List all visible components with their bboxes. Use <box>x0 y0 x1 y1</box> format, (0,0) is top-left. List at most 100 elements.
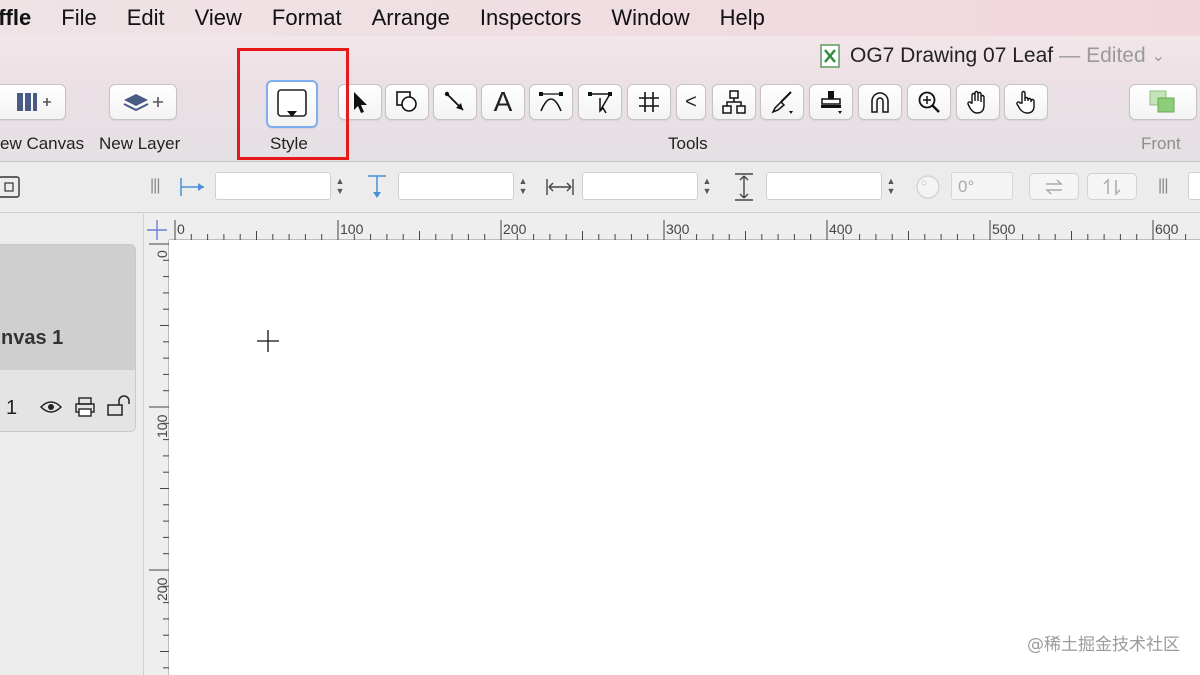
tool-browse-hand[interactable] <box>1004 84 1048 120</box>
edited-status: Edited <box>1086 44 1146 67</box>
flip-horizontal-button[interactable] <box>1029 173 1079 200</box>
x-position-stepper[interactable]: ▲ ▼ <box>333 172 347 200</box>
tool-bezier-pen[interactable] <box>529 84 573 120</box>
stamp-icon <box>821 91 842 114</box>
ruler-label: 300 <box>666 221 690 237</box>
drag-handle-icon[interactable]: ||| <box>150 177 161 195</box>
new-layer-button[interactable] <box>109 84 177 120</box>
tool-text[interactable]: A <box>481 84 525 120</box>
ruler-label: 100 <box>340 221 364 237</box>
tool-line[interactable] <box>433 84 477 120</box>
menu-edit[interactable]: Edit <box>112 5 180 31</box>
watermark: @稀土掘金技术社区 <box>1027 635 1180 655</box>
tool-point-editor[interactable] <box>578 84 622 120</box>
vertical-ruler[interactable]: 0 100 200 <box>145 240 170 675</box>
canvas-size-icon[interactable] <box>0 173 24 201</box>
bring-to-front-icon <box>1149 90 1175 113</box>
flip-vertical-icon <box>1103 177 1121 196</box>
ruler-label: 400 <box>829 221 853 237</box>
menu-bar: affle File Edit View Format Arrange Insp… <box>0 0 1200 36</box>
layer-number: 1 <box>6 397 18 419</box>
chevron-down-icon[interactable]: ⌄ <box>1152 46 1165 66</box>
ruler-label: 100 <box>154 414 170 438</box>
document-name: OG7 Drawing 07 Leaf <box>850 44 1054 67</box>
style-highlight-annotation <box>237 48 349 160</box>
drag-handle-icon[interactable]: ||| <box>1158 177 1169 195</box>
tool-rubber-stamp[interactable] <box>809 84 853 120</box>
grid-icon <box>639 92 659 112</box>
new-canvas-label: ew Canvas <box>0 134 85 153</box>
toolbar: OG7 Drawing 07 Leaf — Edited ⌄ ew Canvas… <box>0 36 1200 162</box>
crosshair-cursor-icon <box>257 330 279 352</box>
tool-zoom[interactable] <box>907 84 951 120</box>
menu-inspectors[interactable]: Inspectors <box>465 5 597 31</box>
new-canvas-button[interactable] <box>0 84 66 120</box>
unlock-icon[interactable] <box>106 395 132 417</box>
chevron-left-icon: < <box>685 90 697 113</box>
tree-diagram-icon <box>722 90 746 114</box>
bring-to-front-button[interactable] <box>1129 84 1197 120</box>
height-icon <box>729 173 759 201</box>
y-position-stepper[interactable]: ▲ ▼ <box>516 172 530 200</box>
menu-app-name[interactable]: affle <box>0 5 46 31</box>
document-icon <box>820 44 840 68</box>
tool-collapse[interactable]: < <box>676 84 706 120</box>
tool-style-brush[interactable] <box>760 84 804 120</box>
tools-label: Tools <box>668 134 708 153</box>
layer-row[interactable]: 1 <box>0 391 144 425</box>
rotation-dial-icon[interactable] <box>913 173 943 201</box>
menu-window[interactable]: Window <box>596 5 704 31</box>
canvas-thumbnail <box>0 245 135 370</box>
bezier-pen-icon <box>539 92 563 112</box>
width-stepper[interactable]: ▲ ▼ <box>700 172 714 200</box>
y-position-field[interactable] <box>398 172 514 200</box>
x-position-icon <box>178 173 208 201</box>
title-separator: — <box>1059 44 1081 67</box>
menu-arrange[interactable]: Arrange <box>357 5 465 31</box>
new-layer-label: New Layer <box>99 134 181 153</box>
canvas-name: nvas 1 <box>1 327 64 349</box>
shape-icon <box>396 91 417 112</box>
new-canvas-icon <box>16 93 51 111</box>
menu-view[interactable]: View <box>180 5 257 31</box>
menu-format[interactable]: Format <box>257 5 357 31</box>
x-position-field[interactable] <box>215 172 331 200</box>
width-icon <box>545 173 575 201</box>
horizontal-ruler[interactable]: 0 100 200 300 400 500 600 <box>145 214 1200 240</box>
rotation-field[interactable]: 0° <box>951 172 1013 200</box>
ruler-label: 0 <box>154 250 170 258</box>
hand-icon <box>967 90 985 114</box>
ruler-label: 0 <box>177 221 185 237</box>
height-field[interactable] <box>766 172 882 200</box>
ruler-label: 600 <box>1155 221 1179 237</box>
printer-icon[interactable] <box>74 396 96 418</box>
front-label: Front <box>1141 134 1181 153</box>
tool-diagram-tree[interactable] <box>712 84 756 120</box>
y-position-icon <box>362 173 392 201</box>
eye-icon[interactable] <box>40 399 62 415</box>
ruler-label: 200 <box>154 577 170 601</box>
pointing-hand-icon <box>1016 90 1035 114</box>
ruler-origin[interactable] <box>145 214 169 240</box>
menu-file[interactable]: File <box>46 5 111 31</box>
drawing-canvas[interactable]: 0 100 200 300 400 500 600 0 100 200 @稀土掘… <box>145 214 1200 675</box>
line-icon <box>444 91 464 111</box>
next-field[interactable] <box>1188 172 1200 200</box>
tool-magnet[interactable] <box>858 84 902 120</box>
point-editor-icon <box>588 92 612 114</box>
ruler-label: 500 <box>992 221 1016 237</box>
menu-help[interactable]: Help <box>705 5 780 31</box>
flip-vertical-button[interactable] <box>1087 173 1137 200</box>
inspector-bar: ||| ▲ ▼ ▲ ▼ ▲ ▼ ▲ ▼ 0° ||| <box>0 163 1200 213</box>
height-stepper[interactable]: ▲ ▼ <box>884 172 898 200</box>
window-title[interactable]: OG7 Drawing 07 Leaf — Edited ⌄ <box>820 42 1165 70</box>
tool-diagram-grid[interactable] <box>627 84 671 120</box>
canvas-sidebar: nvas 1 1 <box>0 214 144 675</box>
ruler-label: 200 <box>503 221 527 237</box>
width-field[interactable] <box>582 172 698 200</box>
tool-shape[interactable] <box>385 84 429 120</box>
paintbrush-icon <box>771 91 793 114</box>
new-layer-icon <box>123 94 163 112</box>
tool-hand[interactable] <box>956 84 1000 120</box>
flip-horizontal-icon <box>1045 178 1063 195</box>
